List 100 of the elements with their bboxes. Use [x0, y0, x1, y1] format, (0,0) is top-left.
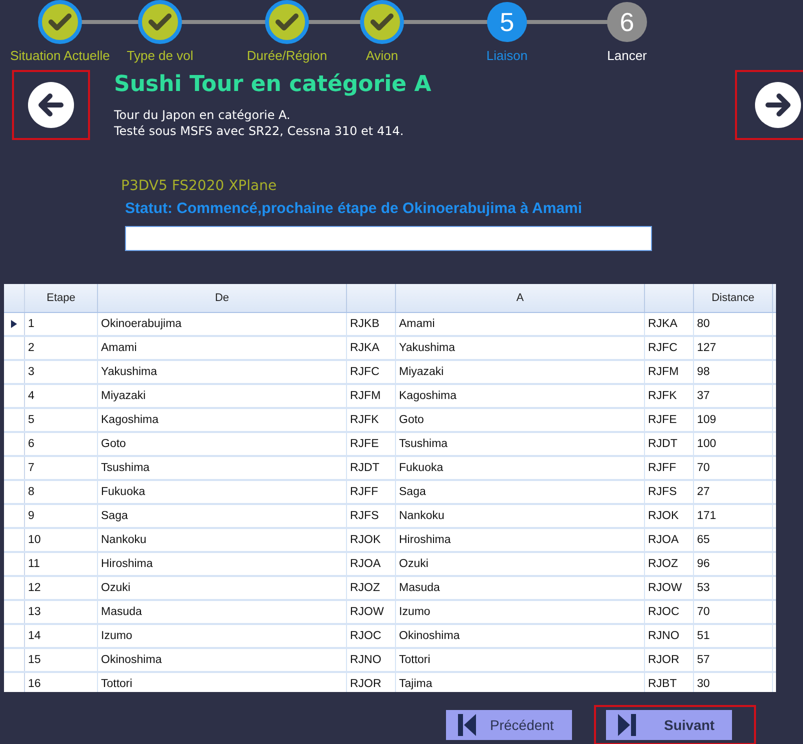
table-cell: 15 — [25, 649, 98, 671]
table-cell: RJOA — [347, 553, 396, 575]
table-cell: Tsushima — [396, 433, 645, 455]
table-cell: Kagoshima — [98, 409, 347, 431]
table-cell: RJNO — [645, 625, 694, 647]
table-cell: 16 — [25, 673, 98, 692]
table-cell: Okinoshima — [396, 625, 645, 647]
table-cell: 10 — [25, 529, 98, 551]
table-cell: 9 — [25, 505, 98, 527]
table-cell: 109 — [694, 409, 773, 431]
table-cell: Amami — [396, 313, 645, 335]
table-cell: RJOR — [347, 673, 396, 692]
table-cell: RJDT — [645, 433, 694, 455]
previous-button[interactable]: Précédent — [446, 710, 572, 740]
table-cell: 70 — [694, 457, 773, 479]
table-cell: 51 — [694, 625, 773, 647]
table-cell: 12 — [25, 577, 98, 599]
table-cell: Fukuoka — [396, 457, 645, 479]
table-cell: Hiroshima — [98, 553, 347, 575]
step-label: Situation Actuelle — [10, 48, 110, 63]
table-cell: 5 — [25, 409, 98, 431]
input-field[interactable] — [125, 226, 652, 251]
table-cell: Miyazaki — [98, 385, 347, 407]
table-cell: 2 — [25, 337, 98, 359]
table-cell: RJOZ — [347, 577, 396, 599]
table-cell: RJFF — [645, 457, 694, 479]
table-cell: 6 — [25, 433, 98, 455]
table-cell: 57 — [694, 649, 773, 671]
table-cell: RJFM — [645, 361, 694, 383]
table-cell: 127 — [694, 337, 773, 359]
table-cell: Masuda — [396, 577, 645, 599]
table-cell: RJFS — [645, 481, 694, 503]
table-cell: Yakushima — [98, 361, 347, 383]
table-cell: Saga — [98, 505, 347, 527]
column-header[interactable]: De — [98, 284, 347, 312]
column-header[interactable]: Etape — [25, 284, 98, 312]
table-cell: 13 — [25, 601, 98, 623]
table-cell: RJKA — [347, 337, 396, 359]
description-line: Tour du Japon en catégorie A. — [114, 107, 292, 123]
table-cell: RJKA — [645, 313, 694, 335]
table-cell: 7 — [25, 457, 98, 479]
table-cell: RJFC — [645, 337, 694, 359]
table-cell: RJFK — [347, 409, 396, 431]
forward-button[interactable] — [735, 70, 803, 140]
table-cell: 65 — [694, 529, 773, 551]
table-cell: 1 — [25, 313, 98, 335]
table-cell: 14 — [25, 625, 98, 647]
table-cell: 70 — [694, 601, 773, 623]
table-cell: 96 — [694, 553, 773, 575]
table-cell: Goto — [98, 433, 347, 455]
table-cell: 98 — [694, 361, 773, 383]
table-cell: RJOC — [347, 625, 396, 647]
table-cell: RJKB — [347, 313, 396, 335]
check-step-icon[interactable] — [265, 0, 309, 44]
skip-back-icon — [458, 714, 476, 736]
step-label: Durée/Région — [246, 48, 328, 63]
table-cell: Ozuki — [98, 577, 347, 599]
table-cell: 53 — [694, 577, 773, 599]
check-step-icon[interactable] — [38, 0, 82, 44]
step-label: Type de vol — [126, 48, 194, 63]
table-cell: Miyazaki — [396, 361, 645, 383]
back-button[interactable] — [12, 70, 90, 140]
column-header[interactable]: Distance — [694, 284, 773, 312]
table-cell: RJOC — [645, 601, 694, 623]
table-cell: 8 — [25, 481, 98, 503]
description-line: Testé sous MSFS avec SR22, Cessna 310 et 414. — [114, 123, 405, 139]
table-cell: Amami — [98, 337, 347, 359]
table-cell: Tajima — [396, 673, 645, 692]
table-cell: RJOW — [645, 577, 694, 599]
table-cell: Okinoshima — [98, 649, 347, 671]
table-cell: RJFF — [347, 481, 396, 503]
table-cell: RJFK — [645, 385, 694, 407]
table-cell: RJOR — [645, 649, 694, 671]
table-cell: RJOW — [347, 601, 396, 623]
next-button[interactable]: Suivant — [606, 710, 732, 740]
check-step-icon[interactable] — [360, 0, 404, 44]
table-cell: RJOZ — [645, 553, 694, 575]
table-cell: 11 — [25, 553, 98, 575]
table-cell: Yakushima — [396, 337, 645, 359]
table-cell: RJFE — [645, 409, 694, 431]
simulators-text: P3DV5 FS2020 XPlane — [121, 178, 278, 194]
table-cell: 171 — [694, 505, 773, 527]
table-cell: RJOK — [347, 529, 396, 551]
table-cell: Tsushima — [98, 457, 347, 479]
table-cell: 3 — [25, 361, 98, 383]
table-cell: RJNO — [347, 649, 396, 671]
table-cell: 30 — [694, 673, 773, 692]
table-cell: Nankoku — [98, 529, 347, 551]
table-cell: 4 — [25, 385, 98, 407]
table-cell: Tottori — [98, 673, 347, 692]
step-label: Avion — [366, 48, 398, 63]
table-cell: RJFM — [347, 385, 396, 407]
column-header[interactable]: A — [396, 284, 645, 312]
table-cell: 27 — [694, 481, 773, 503]
check-step-icon[interactable] — [138, 0, 182, 44]
table-cell: Izumo — [396, 601, 645, 623]
table-cell: 37 — [694, 385, 773, 407]
table-cell: RJFE — [347, 433, 396, 455]
table-cell: Nankoku — [396, 505, 645, 527]
table-cell: 80 — [694, 313, 773, 335]
